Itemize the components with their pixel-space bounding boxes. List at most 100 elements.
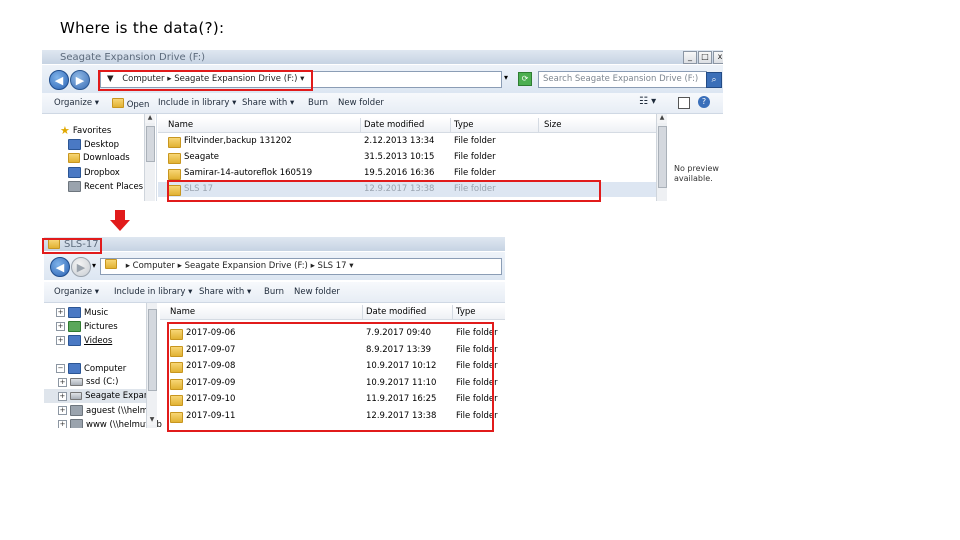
forward-button[interactable]: ▶ — [70, 70, 90, 90]
folder-icon — [168, 153, 181, 164]
file-date-modified: 8.9.2017 13:39 — [366, 344, 432, 355]
collapse-icon[interactable]: − — [56, 364, 65, 373]
nav-item-videos[interactable]: + Videos — [56, 335, 112, 346]
videos-icon — [68, 335, 81, 346]
expand-icon[interactable]: + — [58, 406, 67, 415]
nav-item-aguest[interactable]: + aguest (\\helmut — [58, 405, 157, 416]
nav-item-seagate[interactable]: + Seagate Expansi — [44, 389, 156, 403]
expand-icon[interactable]: + — [58, 377, 67, 387]
search-icon[interactable]: ⌕ — [706, 72, 722, 88]
scroll-down-icon[interactable]: ▼ — [147, 416, 157, 425]
nav-item-music[interactable]: + Music — [56, 307, 108, 318]
preview-pane-message: No preview available. — [674, 164, 719, 183]
burn-button[interactable]: Burn — [308, 98, 328, 108]
nav-item-recent-places[interactable]: Recent Places — [68, 181, 143, 192]
close-button[interactable]: x — [713, 51, 723, 64]
file-type: File folder — [456, 410, 498, 421]
desktop-icon — [68, 139, 81, 150]
new-folder-button[interactable]: New folder — [294, 287, 340, 297]
file-type: File folder — [456, 328, 498, 338]
file-date-modified: 31.5.2013 10:15 — [364, 152, 435, 162]
file-list-header: Name Date modified Type Size — [158, 118, 656, 133]
file-row[interactable]: Seagate 31.5.2013 10:15 File folder — [158, 150, 656, 165]
file-row[interactable]: 2017-09-07 8.9.2017 13:39 File folder — [160, 343, 505, 358]
maximize-button[interactable]: □ — [698, 51, 712, 64]
expand-icon[interactable]: + — [58, 420, 67, 428]
column-name[interactable]: Name — [170, 307, 195, 317]
file-row[interactable]: Filtvinder,backup 131202 2.12.2013 13:34 F… — [158, 134, 656, 149]
nav-item-ssd[interactable]: + ssd (C:) — [58, 377, 118, 387]
file-date-modified: 10.9.2017 10:12 — [366, 361, 437, 371]
scrollbar-thumb[interactable] — [148, 309, 157, 391]
file-row[interactable]: 2017-09-06 7.9.2017 09:40 File folder — [160, 326, 505, 341]
minimize-button[interactable]: _ — [683, 51, 697, 64]
organize-button[interactable]: Organize ▾ — [54, 287, 99, 297]
file-row[interactable]: Samirar-14-autoreflok 160519 19.5.2016 16… — [158, 166, 656, 181]
address-dropdown-icon[interactable]: ▾ — [504, 73, 508, 82]
column-type[interactable]: Type — [456, 307, 476, 317]
breadcrumb-sls17[interactable]: SLS 17 — [318, 261, 347, 271]
file-list-scrollbar[interactable]: ▲ — [656, 114, 667, 201]
breadcrumb-dropdown-icon[interactable]: ▾ — [300, 74, 304, 84]
open-button[interactable]: Open — [112, 98, 149, 110]
nav-item-dropbox[interactable]: Dropbox — [68, 167, 120, 178]
address-bar[interactable]: ▸ Computer ▸ Seagate Expansion Drive (F:… — [100, 258, 502, 275]
expand-icon[interactable]: + — [58, 391, 67, 401]
column-date-modified[interactable]: Date modified — [366, 307, 426, 317]
share-with-button[interactable]: Share with ▾ — [199, 287, 251, 297]
breadcrumb-computer[interactable]: Computer — [133, 261, 175, 271]
organize-button[interactable]: Organize ▾ — [54, 98, 99, 108]
column-type[interactable]: Type — [454, 120, 474, 130]
new-folder-button[interactable]: New folder — [338, 98, 384, 108]
scroll-up-icon[interactable]: ▲ — [145, 114, 155, 123]
nav-item-desktop[interactable]: Desktop — [68, 139, 119, 150]
file-row[interactable]: 2017-09-09 10.9.2017 11:10 File folder — [160, 376, 505, 391]
include-in-library-button[interactable]: Include in library ▾ — [114, 287, 192, 297]
breadcrumb-dropdown-icon[interactable]: ▾ — [349, 261, 353, 271]
scroll-up-icon[interactable]: ▲ — [657, 114, 667, 123]
column-name[interactable]: Name — [168, 120, 193, 130]
file-row[interactable]: 2017-09-10 11.9.2017 16:25 File folder — [160, 392, 505, 407]
nav-pane-scrollbar[interactable]: ▼ — [146, 303, 157, 428]
breadcrumb-drive[interactable]: Seagate Expansion Drive (F:) — [174, 74, 297, 84]
refresh-icon[interactable]: ⟳ — [518, 72, 532, 86]
file-row[interactable]: 2017-09-08 10.9.2017 10:12 File folder — [160, 359, 505, 374]
expand-icon[interactable]: + — [56, 322, 65, 331]
preview-pane-icon[interactable] — [678, 97, 690, 109]
file-type: File folder — [456, 394, 498, 404]
scrollbar-thumb[interactable] — [658, 126, 667, 188]
nav-item-favorites[interactable]: ★ Favorites — [60, 124, 111, 137]
nav-pane-scrollbar[interactable]: ▲ — [144, 114, 155, 201]
file-type: File folder — [454, 168, 496, 178]
drive-icon — [69, 392, 83, 400]
views-icon[interactable]: ☷ ▾ — [639, 96, 656, 107]
nav-item-pictures[interactable]: + Pictures — [56, 321, 118, 332]
recent-pages-dropdown-icon[interactable]: ▾ — [92, 261, 96, 270]
breadcrumb-drive[interactable]: Seagate Expansion Drive (F:) — [185, 261, 308, 271]
column-size[interactable]: Size — [544, 120, 561, 130]
help-icon[interactable]: ? — [698, 96, 710, 108]
expand-icon[interactable]: + — [56, 308, 65, 317]
command-bar: Organize ▾ Open Include in library ▾ Sha… — [42, 93, 723, 114]
share-with-button[interactable]: Share with ▾ — [242, 98, 294, 108]
column-date-modified[interactable]: Date modified — [364, 120, 424, 130]
back-button[interactable]: ◀ — [49, 70, 69, 90]
nav-item-downloads[interactable]: Downloads — [68, 153, 130, 163]
forward-button[interactable]: ▶ — [71, 257, 91, 277]
breadcrumb-computer[interactable]: Computer — [122, 74, 164, 84]
back-button[interactable]: ◀ — [50, 257, 70, 277]
file-row[interactable]: 2017-09-11 12.9.2017 13:38 File folder — [160, 409, 505, 424]
search-input[interactable]: Search Seagate Expansion Drive (F:) — [538, 71, 707, 88]
file-row[interactable]: SLS 17 12.9.2017 13:38 File folder — [158, 182, 656, 197]
burn-button[interactable]: Burn — [264, 287, 284, 297]
file-name: 2017-09-08 — [186, 361, 236, 371]
scrollbar-thumb[interactable] — [146, 126, 155, 162]
computer-icon — [68, 363, 81, 374]
address-bar[interactable]: ▼ Computer ▸ Seagate Expansion Drive (F:… — [100, 71, 502, 88]
include-in-library-button[interactable]: Include in library ▾ — [158, 98, 236, 108]
file-list-header: Name Date modified Type — [160, 305, 505, 320]
folder-icon — [170, 395, 183, 406]
down-arrow-icon — [110, 210, 130, 231]
nav-item-computer[interactable]: − Computer — [56, 363, 126, 374]
expand-icon[interactable]: + — [56, 336, 65, 345]
